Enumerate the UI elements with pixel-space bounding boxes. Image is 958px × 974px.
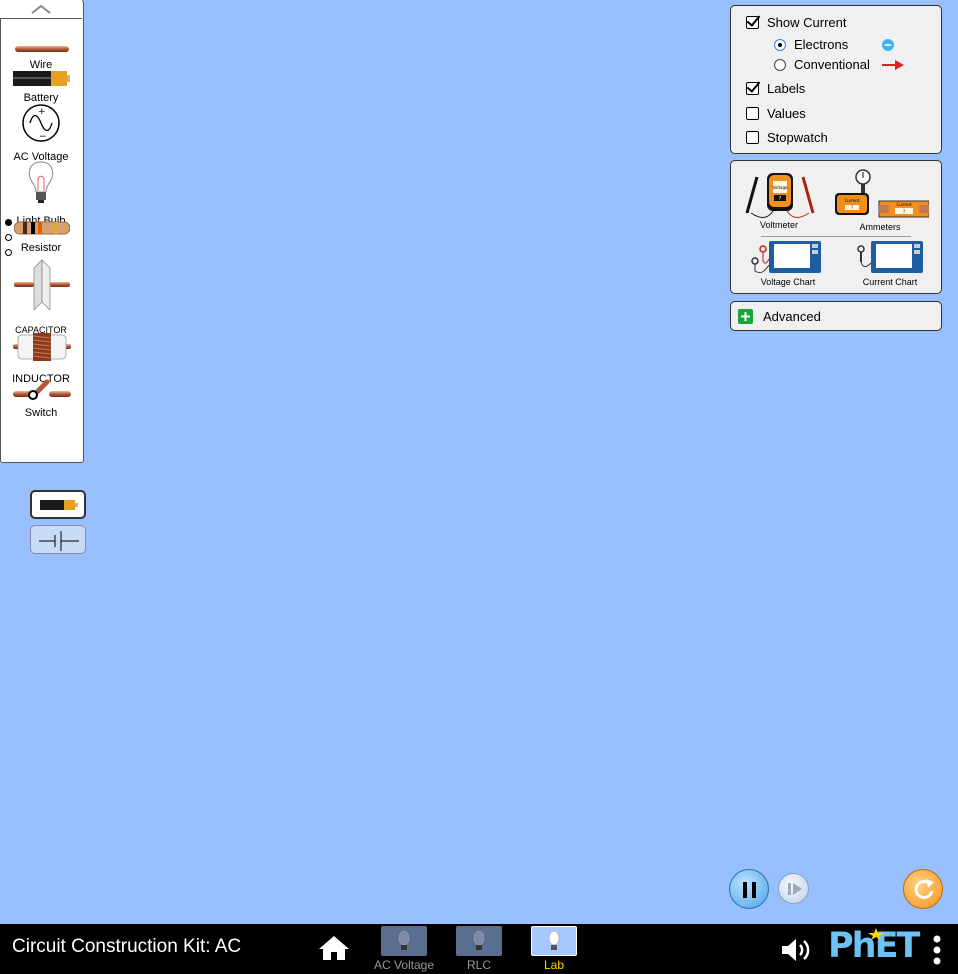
more-options-icon[interactable] <box>932 935 942 965</box>
toolbox-item-label: Resistor <box>20 242 62 254</box>
stopwatch-checkbox[interactable] <box>746 131 759 144</box>
page-dot-3[interactable] <box>5 249 12 256</box>
chevron-up-icon <box>31 4 51 14</box>
sound-icon[interactable] <box>780 937 814 963</box>
current-chart-label: Current Chart <box>862 277 918 287</box>
reset-icon <box>914 879 934 899</box>
schematic-battery-icon <box>39 531 79 551</box>
voltage-chart-tool[interactable]: Voltage Chart <box>745 241 831 287</box>
battery-icon <box>40 500 78 510</box>
toolbox-item-switch[interactable]: Switch <box>0 378 82 424</box>
toolbox-item-wire[interactable]: Wire <box>0 40 82 71</box>
values-checkbox[interactable] <box>746 107 759 120</box>
reset-all-button[interactable] <box>903 869 943 909</box>
rlc-screen-icon <box>456 926 502 956</box>
ammeter-inline-readout-text: Current <box>896 202 911 207</box>
screen-button-ac-voltage[interactable]: AC Voltage <box>364 924 444 974</box>
ammeters-tool[interactable]: Current ? Current ? Ammeters <box>827 165 933 232</box>
page-dot-1[interactable] <box>5 219 12 226</box>
screen-label-rlc: RLC <box>466 958 491 972</box>
step-forward-button[interactable] <box>778 873 809 904</box>
toolbox-item-battery[interactable]: Battery <box>0 70 82 104</box>
home-icon[interactable] <box>318 935 350 961</box>
toolbox-item-inductor[interactable]: INDUCTOR <box>0 332 82 385</box>
svg-text:+: + <box>38 107 46 117</box>
light-bulb-icon <box>398 930 410 950</box>
sensor-divider <box>761 236 911 237</box>
current-chart-icon <box>857 241 923 273</box>
advanced-label: Advanced <box>763 309 821 324</box>
schematic-view-button[interactable] <box>30 525 86 554</box>
toolbox-item-label: Battery <box>23 92 59 104</box>
light-bulb-icon <box>548 930 560 950</box>
ammeter-inline-value-text: ? <box>903 209 905 214</box>
switch-icon <box>13 379 71 400</box>
toolbox-item-capacitor[interactable]: CAPACITOR <box>0 258 82 336</box>
component-toolbox: Wire Battery + − AC Voltage Light Bulb R… <box>0 0 84 974</box>
inductor-icon <box>13 333 71 361</box>
ac-voltage-icon: + − <box>22 104 60 142</box>
play-pause-button[interactable] <box>729 869 769 909</box>
sim-title: Circuit Construction Kit: AC <box>12 936 242 957</box>
voltmeter-label: Voltmeter <box>759 220 799 230</box>
ammeter-icon: Current ? Current ? <box>835 169 929 218</box>
conventional-radio[interactable] <box>774 59 786 71</box>
light-bulb-icon <box>28 161 54 203</box>
voltmeter-icon: Voltage ? <box>745 173 815 218</box>
conventional-arrow-icon <box>882 60 904 70</box>
screen-button-lab[interactable]: Lab <box>514 924 594 974</box>
electrons-radio[interactable] <box>774 39 786 51</box>
voltmeter-value-text: ? <box>779 196 782 202</box>
pause-icon <box>743 882 756 898</box>
electrons-label: Electrons <box>794 37 849 52</box>
toolbox-item-ac-voltage[interactable]: + − AC Voltage <box>0 104 82 163</box>
electron-icon <box>882 39 894 51</box>
capacitor-icon <box>14 259 70 310</box>
show-current-checkbox[interactable] <box>746 16 759 29</box>
phet-logo-star-icon <box>868 928 884 940</box>
ammeters-label: Ammeters <box>859 222 901 232</box>
toolbox-item-label: Switch <box>24 407 58 419</box>
battery-icon <box>13 71 70 86</box>
navigation-bar: Circuit Construction Kit: AC AC Voltage … <box>0 924 958 974</box>
lifelike-view-button[interactable] <box>30 490 86 519</box>
labels-checkbox[interactable] <box>746 82 759 95</box>
lab-screen-icon <box>531 926 577 956</box>
screen-label-ac-voltage: AC Voltage <box>373 958 435 972</box>
phet-logo[interactable]: PhET <box>828 926 926 968</box>
svg-text:−: − <box>39 132 47 142</box>
page-dot-2[interactable] <box>5 234 12 241</box>
toolbox-scroll-up-button[interactable] <box>0 0 82 19</box>
sensor-toolbox-panel: Voltage ? Voltmeter Current ? Current ? … <box>730 160 942 294</box>
toolbox-item-resistor[interactable]: Resistor <box>0 220 82 256</box>
screen-button-rlc[interactable]: RLC <box>439 924 519 974</box>
current-chart-tool[interactable]: Current Chart <box>847 241 933 287</box>
expand-plus-icon[interactable] <box>738 309 753 324</box>
light-bulb-icon <box>473 930 485 950</box>
advanced-accordion[interactable]: Advanced <box>730 301 942 331</box>
screen-label-lab: Lab <box>543 958 565 972</box>
resistor-icon <box>14 221 70 235</box>
display-options-panel: Show Current Electrons Conventional Labe… <box>730 5 942 154</box>
ammeter-value-text: ? <box>851 205 853 210</box>
labels-label: Labels <box>767 81 806 96</box>
toolbox-item-light-bulb[interactable]: Light Bulb <box>0 160 82 227</box>
voltage-chart-icon <box>751 241 821 274</box>
stopwatch-label: Stopwatch <box>767 130 828 145</box>
step-forward-icon <box>788 883 802 895</box>
conventional-label: Conventional <box>794 57 870 72</box>
values-label: Values <box>767 106 806 121</box>
voltmeter-readout-text: Voltage <box>772 185 788 190</box>
show-current-label: Show Current <box>767 15 847 30</box>
voltage-chart-label: Voltage Chart <box>760 277 816 287</box>
ammeter-readout-text: Current <box>844 198 859 203</box>
ac-voltage-screen-icon <box>381 926 427 956</box>
voltmeter-tool[interactable]: Voltage ? Voltmeter <box>741 169 821 231</box>
wire-icon <box>15 46 69 52</box>
